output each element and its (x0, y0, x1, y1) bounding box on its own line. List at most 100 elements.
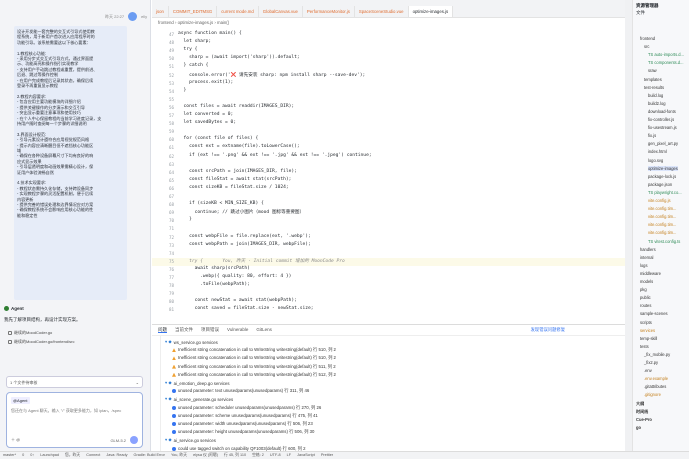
tree-section[interactable]: 文件 (626, 10, 689, 17)
problem-row[interactable]: unused parameter: scheduler unusedparams… (172, 405, 321, 411)
problem-row[interactable]: ▾ ◆ ai_scene_generate.go services (165, 396, 233, 402)
problems-tab[interactable]: 当前文件 (175, 327, 193, 333)
tree-item[interactable]: sraw (648, 68, 657, 73)
code-line[interactable]: const ext = extname(file).toLowerCase(); (178, 144, 300, 149)
tree-item[interactable]: package.json (648, 182, 672, 187)
code-line[interactable]: process.exit(1); (178, 80, 233, 85)
editor-tab[interactable]: COMMIT_EDITMSG (169, 6, 218, 17)
tree-item[interactable]: index.html (648, 149, 667, 154)
tree-item[interactable]: logs (640, 263, 648, 268)
tree-item[interactable]: download-fonts (648, 109, 676, 114)
tree-item[interactable]: go (636, 425, 641, 430)
code-line[interactable]: const fileStat = await stat(srcPath); (178, 177, 291, 182)
editor-tab[interactable]: current mode.md (217, 6, 259, 17)
problem-row[interactable]: ▾ ◆ ws_service.go services (165, 339, 218, 345)
status-item[interactable]: Java: Ready (106, 453, 127, 458)
problem-row[interactable]: ▾ ◆ ai_emotion_deep.go services (165, 380, 230, 386)
tree-item[interactable]: TS playwright.co... (648, 190, 682, 195)
problem-row[interactable]: Inefficient string concatenation in call… (172, 372, 336, 378)
chat-input[interactable]: @Agent 您还在与 Agent 聊天。输入 "/" 获取更多能力，如 /pl… (6, 392, 143, 448)
code-line[interactable]: .webp({ quality: 80, effort: 4 }) (178, 274, 291, 279)
tree-item[interactable]: gen_pixel_art.py (648, 141, 678, 146)
tree-item[interactable]: 大纲 (636, 401, 644, 407)
tree-item[interactable]: handlers (640, 247, 656, 252)
attach-icon[interactable]: ＋ @ (11, 437, 20, 443)
code-line[interactable]: const sizeKB = fileStat.size / 1024; (178, 185, 289, 190)
status-item[interactable]: JavaScript (297, 453, 315, 458)
status-item[interactable]: elysa 仪 (阿嗯) (193, 453, 218, 458)
status-item[interactable]: 空格: 2 (252, 453, 264, 458)
chevron-down-icon[interactable]: ⌄ (136, 380, 139, 385)
code-line[interactable]: if (ext !== '.png' && ext !== '.jpg' && … (178, 153, 372, 158)
editor-tab[interactable]: json (152, 6, 169, 17)
editor-tab[interactable]: PerformanceMonitor.js (303, 6, 355, 17)
tree-item[interactable]: models (640, 279, 653, 284)
problems-tab[interactable]: 项目错误 (201, 327, 219, 333)
code-line[interactable]: await sharp(srcPath) (178, 266, 250, 271)
code-editor[interactable]: 47 async function main() {48 let sharp; 49… (152, 28, 625, 324)
code-line[interactable]: async function main() { (178, 31, 242, 36)
problems-tab[interactable]: GitLens (256, 327, 272, 333)
status-item[interactable]: Connect (86, 453, 100, 458)
code-line[interactable]: sharp = (await import('sharp')).default; (178, 55, 300, 60)
problems-tab[interactable]: 问题 (158, 327, 167, 333)
editor-tab[interactable]: SpaceSceneStudio.vue (355, 6, 409, 17)
tree-item[interactable]: pkg (640, 287, 647, 292)
status-item[interactable]: Gradle: Build Error (133, 453, 164, 458)
code-line[interactable]: .toFile(webpPath); (178, 282, 250, 287)
status-item[interactable]: master* (3, 453, 16, 458)
code-line[interactable]: const webpPath = join(IMAGES_DIR, webpFi… (178, 242, 311, 247)
tree-item[interactable]: src (644, 44, 649, 49)
code-line[interactable]: for (const file of files) { (178, 136, 259, 141)
problem-row[interactable]: unused parameter: height unusedparams(un… (172, 429, 314, 435)
code-line[interactable]: try { You, 昨天 · Initial commit 增加的 MoonC… (178, 258, 345, 264)
fix-problems-button[interactable]: 发现错误问题修复 (531, 327, 565, 333)
problems-tab[interactable]: Vulnerable (227, 327, 248, 333)
code-line[interactable]: const newStat = await stat(webpPath); (178, 298, 297, 303)
code-line[interactable]: const saved = fileStat.size - newStat.si… (178, 306, 314, 311)
status-item[interactable]: 0↑ (30, 453, 34, 458)
tree-item[interactable]: .env (644, 368, 652, 373)
status-item[interactable]: 0 (22, 453, 24, 458)
tree-item[interactable]: .gitignore (644, 392, 661, 397)
problem-row[interactable]: unused parameter: scheme unusedparams(un… (172, 413, 318, 419)
status-item[interactable]: 行 45, 列 110 (224, 453, 246, 458)
tree-item[interactable]: optimize-images (648, 165, 678, 171)
tree-item[interactable]: tests (640, 344, 649, 349)
pending-review-bar[interactable]: 1 个文件待审核 ⌄ (6, 376, 143, 388)
problem-row[interactable]: Inefficient string concatenation in call… (172, 347, 336, 353)
problem-row[interactable]: unused parameter: width unusedparams(unu… (172, 421, 313, 427)
task-item[interactable]: 继续的MoodCoder.go/frontend/src (8, 339, 74, 345)
agent-mention-tag[interactable]: @Agent (11, 397, 30, 404)
problem-row[interactable]: unused parameter: text unusedparams(unus… (172, 388, 309, 394)
status-item[interactable]: Launchpad (40, 453, 59, 458)
tree-item[interactable]: services (640, 328, 655, 333)
code-line[interactable]: } catch { (178, 63, 209, 68)
status-item[interactable]: UTF-8 (270, 453, 281, 458)
tree-item[interactable]: middleware (640, 271, 661, 276)
tree-item[interactable]: internal (640, 255, 653, 260)
problem-row[interactable]: Inefficient string concatenation in call… (172, 355, 336, 361)
tree-item[interactable]: frontend (640, 36, 655, 41)
code-line[interactable]: const webpFile = file.replace(ext, '.web… (178, 234, 311, 239)
tree-item[interactable]: TS vitest.config.ts (648, 239, 680, 244)
code-line[interactable]: let sharp; (178, 39, 212, 44)
tree-item[interactable]: vite.config.tim... (648, 206, 676, 211)
tree-item[interactable]: logo.svg (648, 158, 663, 163)
tree-item[interactable]: _fix_mobile.py (644, 352, 670, 357)
editor-tab[interactable]: optimize-images.js (408, 6, 454, 17)
model-selector[interactable]: GLM-5.2 (110, 438, 126, 443)
tree-item[interactable]: fix.js (648, 133, 656, 138)
problem-row[interactable]: ▾ ◆ ai_service.go services (165, 437, 216, 443)
tree-item[interactable]: TS auto-imports.d... (648, 52, 684, 57)
tree-item[interactable]: 时间线 (636, 409, 648, 415)
tree-item[interactable]: build2.log (648, 101, 666, 106)
task-item[interactable]: 继续的MoodCoder.go (8, 330, 52, 336)
code-line[interactable]: continue; // 跳过小图片（mood 图标等重要图） (178, 209, 305, 215)
code-line[interactable]: } (178, 217, 192, 222)
tree-item[interactable]: scripts (640, 320, 652, 325)
tree-item[interactable]: _fix2.py (644, 360, 658, 365)
tree-item[interactable]: templates (644, 77, 662, 82)
tree-item[interactable]: vite.config.tim... (648, 222, 676, 227)
tree-item[interactable]: routes (640, 303, 651, 308)
